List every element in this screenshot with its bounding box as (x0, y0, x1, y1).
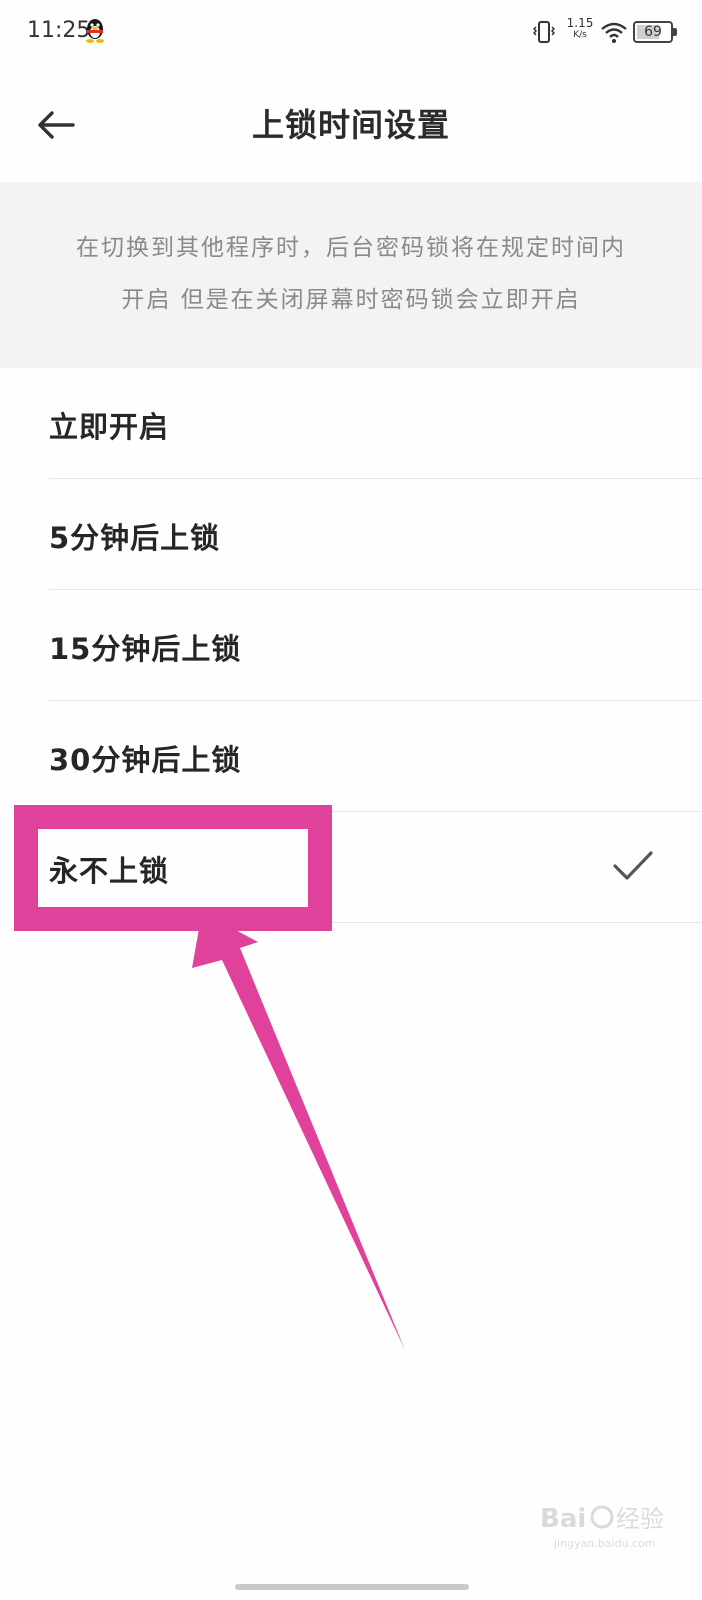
battery-level: 69 (644, 24, 662, 40)
description-panel: 在切换到其他程序时，后台密码锁将在规定时间内 开启 但是在关闭屏幕时密码锁会立即… (0, 182, 702, 368)
qq-penguin-icon (86, 19, 104, 43)
battery-icon: 69 (633, 21, 677, 43)
svg-text:Bai: Bai (540, 1504, 586, 1534)
baidu-jingyan-watermark: Bai 经验 jingyan.baidu.com (540, 1504, 664, 1550)
wifi-icon (601, 22, 627, 43)
description-text: 在切换到其他程序时，后台密码锁将在规定时间内 开启 但是在关闭屏幕时密码锁会立即… (30, 222, 672, 326)
svg-text:经验: 经验 (616, 1505, 664, 1533)
pointer-arrow-icon (192, 920, 405, 1350)
description-line-1: 在切换到其他程序时，后台密码锁将在规定时间内 (76, 235, 626, 261)
checkmark-icon (613, 851, 653, 880)
option-5-minutes[interactable]: 5分钟后上锁 (0, 479, 702, 590)
svg-text:jingyan.baidu.com: jingyan.baidu.com (553, 1537, 656, 1550)
network-speed-unit: K/s (573, 30, 587, 40)
option-immediately[interactable]: 立即开启 (0, 368, 702, 479)
status-time: 11:25 (27, 18, 91, 43)
option-label: 15分钟后上锁 (49, 632, 242, 666)
vibrate-icon (533, 21, 555, 43)
network-speed: 1.15 K/s (566, 17, 594, 41)
network-speed-value: 1.15 (566, 16, 594, 30)
description-line-2: 开启 但是在关闭屏幕时密码锁会立即开启 (121, 287, 581, 313)
option-15-minutes[interactable]: 15分钟后上锁 (0, 590, 702, 701)
title-bar: 上锁时间设置 (0, 64, 702, 182)
highlight-box (14, 805, 332, 931)
option-label: 立即开启 (49, 410, 170, 444)
home-indicator[interactable] (235, 1584, 469, 1590)
page-title: 上锁时间设置 (251, 106, 450, 144)
option-label: 5分钟后上锁 (49, 521, 221, 555)
option-30-minutes[interactable]: 30分钟后上锁 (0, 701, 702, 812)
status-bar: 11:25 1.15 K/s 69 (0, 0, 702, 64)
option-label: 30分钟后上锁 (49, 743, 242, 777)
